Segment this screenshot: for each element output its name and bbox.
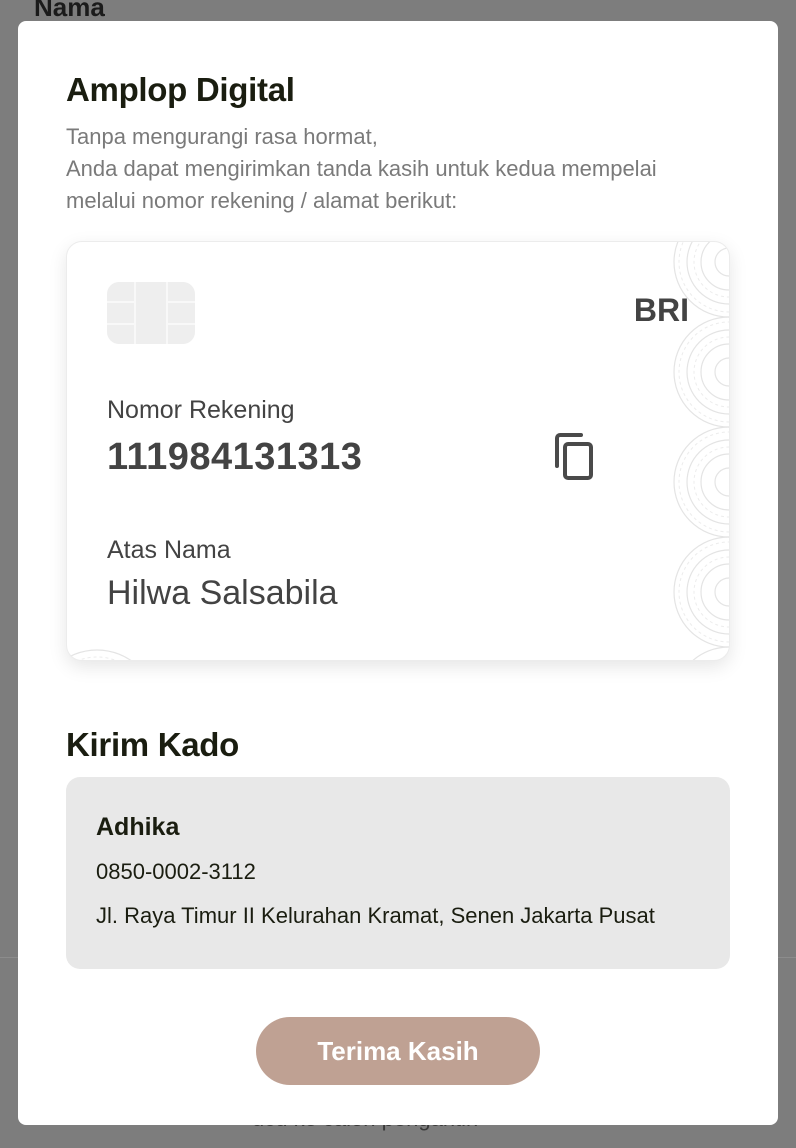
gift-recipient-address: Jl. Raya Timur II Kelurahan Kramat, Sene… <box>96 903 655 928</box>
background-heading: Nama <box>34 0 105 22</box>
digital-envelope-modal: Amplop Digital Tanpa mengurangi rasa hor… <box>18 21 778 1125</box>
modal-description: Tanpa mengurangi rasa hormat, Anda dapat… <box>66 121 746 217</box>
copy-icon <box>555 433 593 480</box>
bank-name: BRI <box>633 292 689 328</box>
account-number-label: Nomor Rekening <box>107 396 295 424</box>
card-chip-icon <box>107 282 195 344</box>
gift-recipient-name: Adhika <box>96 813 180 841</box>
thank-you-close-button[interactable]: Terima Kasih <box>256 1017 540 1085</box>
modal-title: Amplop Digital <box>66 71 295 108</box>
account-holder-name: Hilwa Salsabila <box>107 574 338 612</box>
account-holder-label: Atas Nama <box>107 536 231 564</box>
gift-address-box: Adhika 0850-0002-3112 Jl. Raya Timur II … <box>66 777 730 969</box>
gift-section-title: Kirim Kado <box>66 726 240 763</box>
description-line: melalui nomor rekening / alamat berikut: <box>66 188 458 213</box>
copy-account-button[interactable] <box>551 432 597 482</box>
bank-account-card: BRI Nomor Rekening 111984131313 Atas Nam… <box>66 241 730 661</box>
gift-recipient-phone: 0850-0002-3112 <box>96 859 256 884</box>
description-line: Tanpa mengurangi rasa hormat, <box>66 124 378 149</box>
account-number: 111984131313 <box>107 436 363 478</box>
description-line: Anda dapat mengirimkan tanda kasih untuk… <box>66 156 657 181</box>
